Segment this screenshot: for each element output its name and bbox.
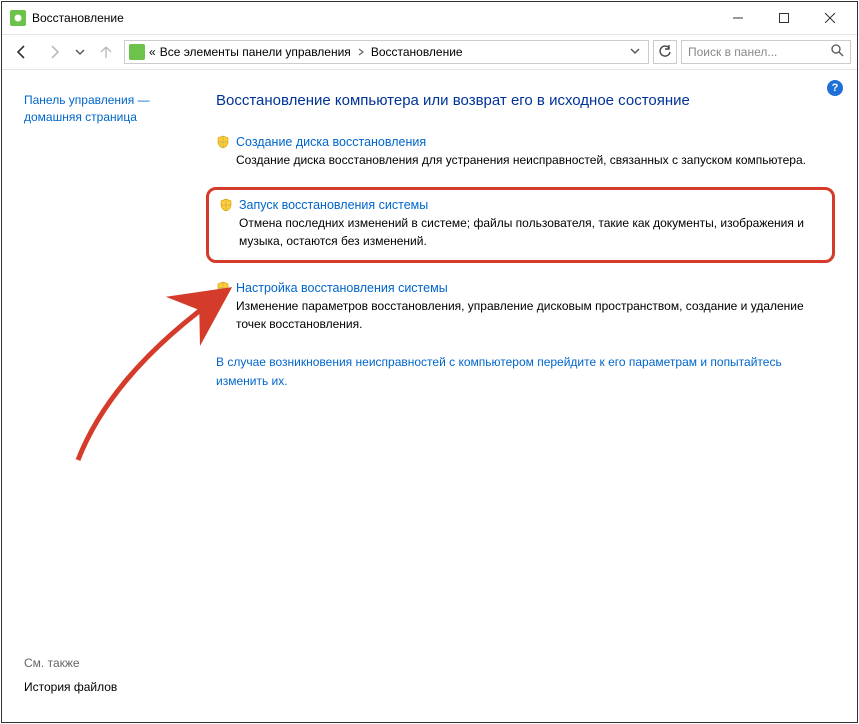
address-icon bbox=[129, 44, 145, 60]
refresh-button[interactable] bbox=[653, 40, 677, 64]
body: Панель управления — домашняя страница См… bbox=[2, 70, 857, 722]
chevron-right-icon[interactable] bbox=[355, 45, 367, 59]
create-recovery-disk-desc: Создание диска восстановления для устран… bbox=[216, 152, 829, 169]
window-controls bbox=[715, 2, 853, 34]
forward-button[interactable] bbox=[40, 38, 68, 66]
system-restore-desc: Отмена последних изменений в системе; фа… bbox=[219, 215, 822, 250]
navbar: « Все элементы панели управления Восстан… bbox=[2, 34, 857, 70]
breadcrumb-recovery[interactable]: Восстановление bbox=[371, 45, 463, 59]
window-title: Восстановление bbox=[32, 11, 124, 25]
back-button[interactable] bbox=[8, 38, 36, 66]
sidebar-bottom: См. также История файлов bbox=[24, 656, 192, 712]
breadcrumb-prefix: « bbox=[149, 45, 156, 59]
file-history-link[interactable]: История файлов bbox=[24, 680, 192, 694]
up-button[interactable] bbox=[92, 38, 120, 66]
shield-icon bbox=[219, 198, 233, 212]
window: Восстановление « Все э bbox=[1, 1, 858, 723]
shield-icon bbox=[216, 281, 230, 295]
minimize-button[interactable] bbox=[715, 2, 761, 34]
titlebar: Восстановление bbox=[2, 2, 857, 34]
maximize-button[interactable] bbox=[761, 2, 807, 34]
help-icon[interactable]: ? bbox=[827, 80, 843, 96]
address-bar[interactable]: « Все элементы панели управления Восстан… bbox=[124, 40, 649, 64]
see-also-label: См. также bbox=[24, 656, 192, 670]
search-placeholder: Поиск в панел... bbox=[688, 45, 777, 59]
app-icon bbox=[10, 10, 26, 26]
create-recovery-disk-link[interactable]: Создание диска восстановления bbox=[236, 135, 426, 149]
configure-restore-desc: Изменение параметров восстановления, упр… bbox=[216, 298, 829, 333]
shield-icon bbox=[216, 135, 230, 149]
configure-restore-link[interactable]: Настройка восстановления системы bbox=[236, 281, 448, 295]
sidebar: Панель управления — домашняя страница См… bbox=[2, 70, 202, 722]
search-icon bbox=[831, 44, 844, 60]
pc-settings-link[interactable]: В случае возникновения неисправностей с … bbox=[212, 353, 833, 390]
item-configure-restore: Настройка восстановления системы Изменен… bbox=[212, 281, 833, 333]
main: ? Восстановление компьютера или возврат … bbox=[202, 70, 857, 722]
address-history-dropdown[interactable] bbox=[626, 45, 644, 59]
close-button[interactable] bbox=[807, 2, 853, 34]
recent-dropdown[interactable] bbox=[72, 38, 88, 66]
system-restore-link[interactable]: Запуск восстановления системы bbox=[239, 198, 428, 212]
search-input[interactable]: Поиск в панел... bbox=[681, 40, 851, 64]
item-create-recovery-disk: Создание диска восстановления Создание д… bbox=[212, 135, 833, 169]
item-system-restore: Запуск восстановления системы Отмена пос… bbox=[206, 187, 835, 263]
breadcrumb-all-items[interactable]: Все элементы панели управления bbox=[160, 45, 351, 59]
page-title: Восстановление компьютера или возврат ег… bbox=[216, 92, 833, 109]
control-panel-home-link[interactable]: Панель управления — домашняя страница bbox=[24, 92, 192, 127]
